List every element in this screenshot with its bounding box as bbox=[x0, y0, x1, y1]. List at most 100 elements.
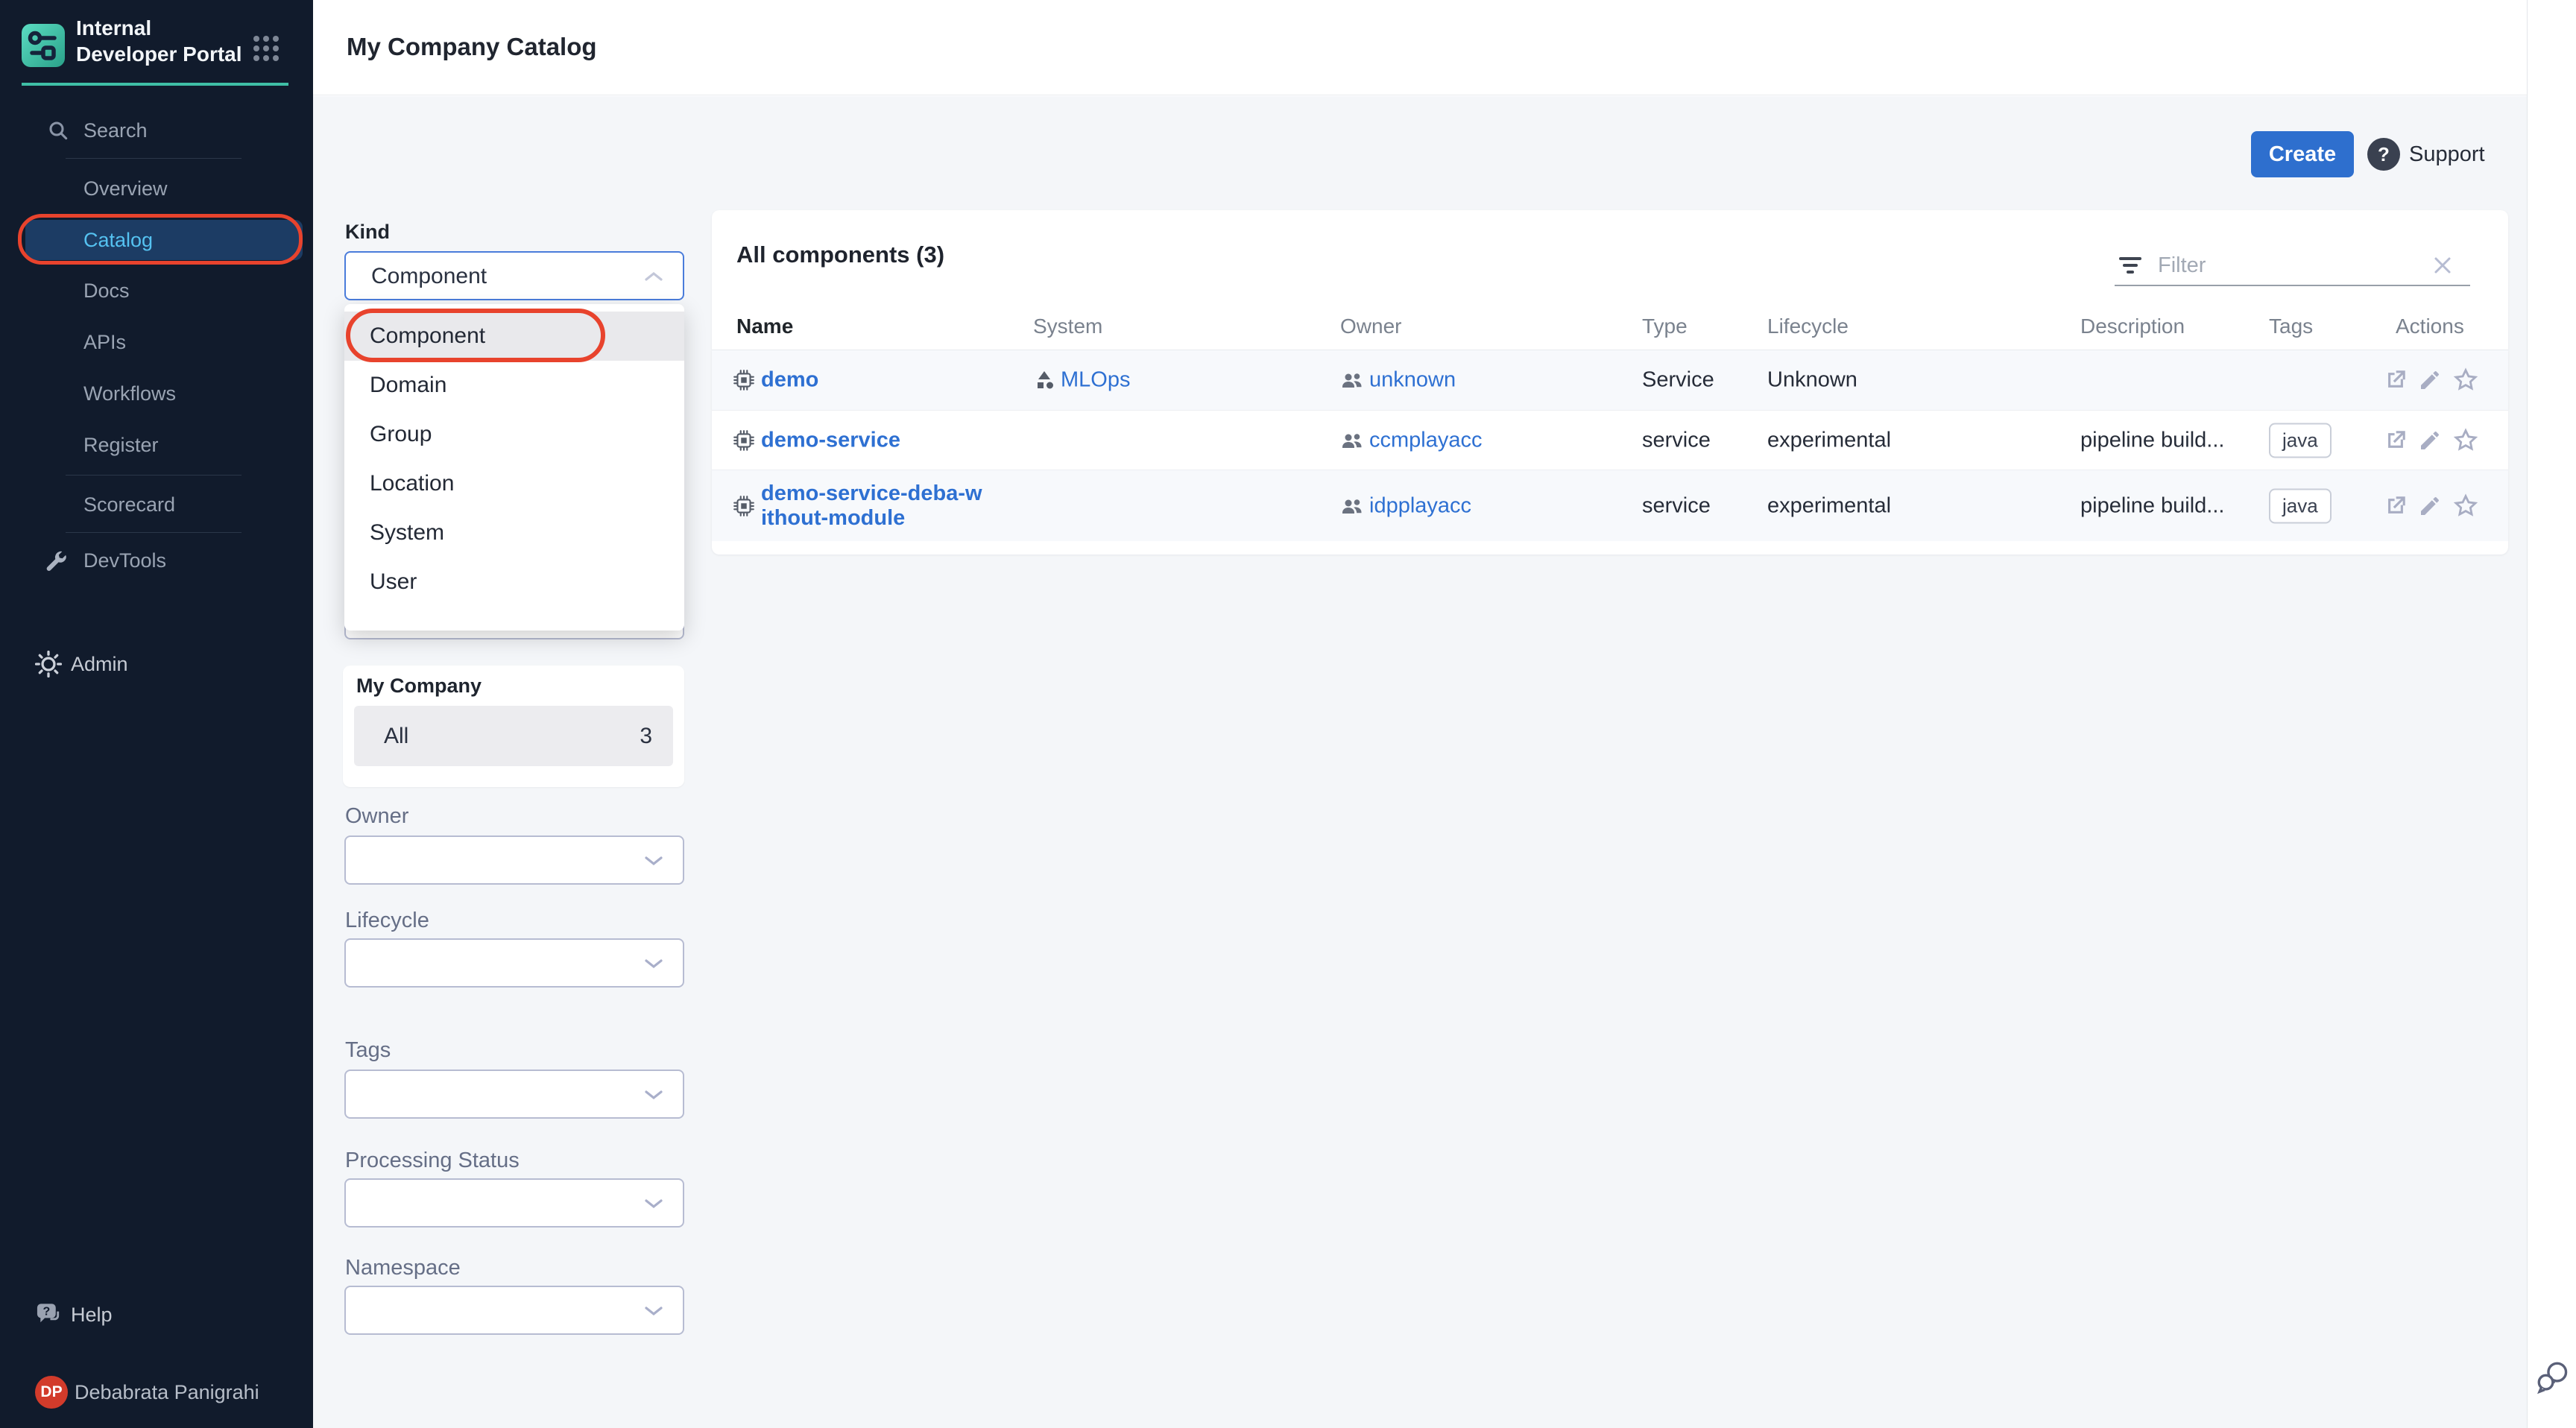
description-cell: pipeline build... bbox=[2080, 493, 2224, 518]
type-cell: service bbox=[1642, 428, 1711, 452]
sidebar-item-admin[interactable]: Admin bbox=[0, 643, 313, 685]
right-edge-panel bbox=[2527, 0, 2576, 1428]
sidebar-item-label: Search bbox=[83, 119, 148, 142]
table-row: demo MLOps unknown Service Unknown bbox=[712, 350, 2508, 410]
star-favorite-icon[interactable] bbox=[2452, 426, 2480, 455]
star-favorite-icon[interactable] bbox=[2452, 366, 2480, 394]
kind-option-user[interactable]: User bbox=[344, 557, 684, 607]
sidebar-item-docs[interactable]: Docs bbox=[0, 270, 313, 312]
sidebar-item-workflows[interactable]: Workflows bbox=[0, 373, 313, 414]
table-filter-input[interactable] bbox=[2158, 249, 2411, 282]
kind-select[interactable]: Component bbox=[344, 251, 684, 300]
page-header: My Company Catalog bbox=[313, 0, 2576, 95]
lifecycle-select[interactable] bbox=[344, 938, 684, 988]
support-label: Support bbox=[2409, 142, 2485, 167]
content-area: Create ? Support Kind Component Componen… bbox=[313, 96, 2527, 1428]
gear-icon bbox=[35, 651, 62, 677]
sidebar-item-devtools[interactable]: DevTools bbox=[0, 540, 313, 581]
my-company-label: My Company bbox=[356, 674, 482, 698]
tag-chip[interactable]: java bbox=[2269, 488, 2332, 523]
column-header-name[interactable]: Name bbox=[736, 315, 793, 338]
app-logo[interactable] bbox=[22, 24, 65, 67]
components-table-card: All components (3) Name bbox=[712, 210, 2508, 555]
tags-select[interactable] bbox=[344, 1070, 684, 1119]
open-external-icon[interactable] bbox=[2383, 428, 2408, 453]
sidebar-item-register[interactable]: Register bbox=[0, 424, 313, 466]
column-header-tags[interactable]: Tags bbox=[2269, 315, 2313, 338]
column-header-type[interactable]: Type bbox=[1642, 315, 1688, 338]
sidebar-accent-divider bbox=[22, 83, 288, 86]
app-switcher-icon[interactable] bbox=[253, 36, 279, 61]
component-chip-icon bbox=[732, 368, 756, 392]
lifecycle-filter-label: Lifecycle bbox=[345, 909, 429, 933]
component-link[interactable]: demo-service-deba-without-module bbox=[761, 481, 985, 531]
edit-pencil-icon[interactable] bbox=[2418, 368, 2442, 392]
chevron-down-icon bbox=[644, 1198, 663, 1213]
open-external-icon[interactable] bbox=[2383, 367, 2408, 393]
create-button[interactable]: Create bbox=[2251, 131, 2354, 177]
my-company-all-row[interactable]: All 3 bbox=[354, 706, 673, 766]
owner-link[interactable]: ccmplayacc bbox=[1369, 428, 1483, 452]
tag-cell: java bbox=[2269, 423, 2332, 458]
edit-pencil-icon[interactable] bbox=[2418, 429, 2442, 452]
user-menu[interactable]: DP Debabrata Panigrahi bbox=[0, 1370, 313, 1415]
star-favorite-icon[interactable] bbox=[2452, 492, 2480, 520]
sidebar-item-overview[interactable]: Overview bbox=[0, 168, 313, 209]
sidebar-divider bbox=[66, 475, 242, 476]
sidebar-item-apis[interactable]: APIs bbox=[0, 321, 313, 363]
table-filter-box bbox=[2115, 246, 2470, 286]
kind-option-system[interactable]: System bbox=[344, 508, 684, 557]
type-cell: Service bbox=[1642, 368, 1714, 393]
sidebar-item-help[interactable]: ? Help bbox=[0, 1294, 313, 1336]
clear-filter-icon[interactable] bbox=[2431, 254, 2454, 280]
user-name: Debabrata Panigrahi bbox=[75, 1381, 259, 1404]
column-header-owner[interactable]: Owner bbox=[1340, 315, 1401, 338]
kind-option-location[interactable]: Location bbox=[344, 459, 684, 508]
kind-option-domain[interactable]: Domain bbox=[344, 361, 684, 410]
namespace-select[interactable] bbox=[344, 1286, 684, 1335]
feedback-chat-icon[interactable] bbox=[2532, 1355, 2572, 1402]
search-icon bbox=[46, 119, 70, 142]
column-header-actions[interactable]: Actions bbox=[2396, 315, 2464, 338]
sidebar-item-search[interactable]: Search bbox=[0, 110, 313, 151]
chevron-down-icon bbox=[644, 855, 663, 871]
kind-option-group[interactable]: Group bbox=[344, 410, 684, 459]
column-header-system[interactable]: System bbox=[1033, 315, 1102, 338]
open-external-icon[interactable] bbox=[2383, 493, 2408, 519]
owner-select[interactable] bbox=[344, 835, 684, 885]
active-item-highlight bbox=[25, 220, 303, 260]
system-link[interactable]: MLOps bbox=[1061, 368, 1130, 393]
support-button[interactable]: ? Support bbox=[2367, 131, 2485, 177]
component-chip-icon bbox=[732, 494, 756, 518]
processing-status-select[interactable] bbox=[344, 1178, 684, 1228]
column-header-description[interactable]: Description bbox=[2080, 315, 2185, 338]
tag-chip[interactable]: java bbox=[2269, 423, 2332, 458]
description-cell: pipeline build... bbox=[2080, 428, 2224, 452]
help-bubble-icon: ? bbox=[35, 1301, 63, 1328]
sidebar-item-label: Admin bbox=[71, 653, 128, 676]
edit-pencil-icon[interactable] bbox=[2418, 494, 2442, 518]
svg-text:?: ? bbox=[42, 1305, 50, 1318]
internal-developer-portal-app: Internal Developer Portal Search Overvie… bbox=[0, 0, 2576, 1428]
component-link[interactable]: demo-service bbox=[761, 428, 900, 452]
namespace-filter-label: Namespace bbox=[345, 1256, 461, 1280]
logo-mark-icon bbox=[23, 25, 63, 66]
table-row: demo-service ccmplayacc service experime… bbox=[712, 410, 2508, 470]
component-link[interactable]: demo bbox=[761, 368, 818, 393]
sidebar-item-label: Help bbox=[71, 1304, 113, 1327]
owner-group-icon bbox=[1340, 495, 1364, 517]
lifecycle-cell: experimental bbox=[1767, 428, 1891, 452]
lifecycle-cell: experimental bbox=[1767, 493, 1891, 518]
sidebar-item-scorecard[interactable]: Scorecard bbox=[0, 484, 313, 525]
owner-link[interactable]: idpplayacc bbox=[1369, 493, 1471, 518]
owner-link[interactable]: unknown bbox=[1369, 368, 1456, 393]
kind-option-component[interactable]: Component bbox=[344, 312, 684, 361]
page-title: My Company Catalog bbox=[347, 33, 597, 61]
sidebar-item-catalog[interactable]: Catalog bbox=[0, 219, 313, 261]
chevron-down-icon bbox=[644, 958, 663, 973]
sidebar-item-label: DevTools bbox=[83, 549, 166, 572]
sidebar-item-label: Catalog bbox=[83, 229, 153, 252]
column-header-lifecycle[interactable]: Lifecycle bbox=[1767, 315, 1849, 338]
owner-filter-label: Owner bbox=[345, 804, 408, 829]
table-row: demo-service-deba-without-module idpplay… bbox=[712, 470, 2508, 541]
